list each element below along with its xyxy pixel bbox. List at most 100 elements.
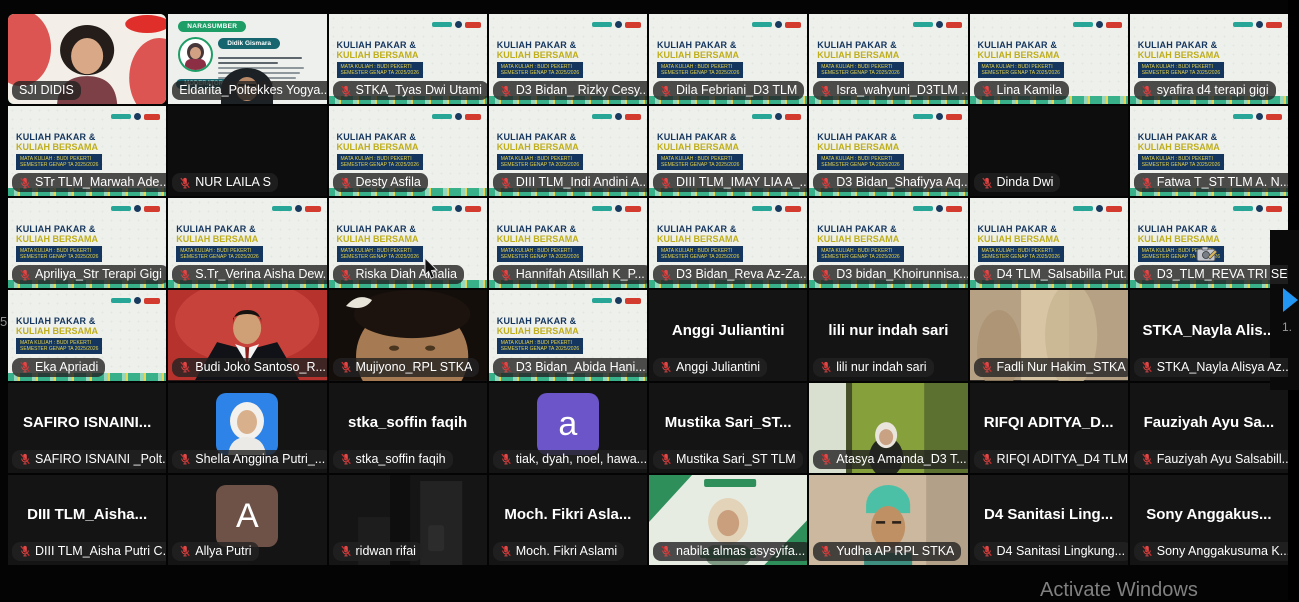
participant-tile[interactable]: AAllya Putri (168, 475, 326, 565)
muted-mic-icon (820, 177, 832, 189)
participant-name: DIII TLM_Indi Andini A... (516, 175, 647, 190)
slide-info-box: MATA KULIAH : BUDI PEKERTISEMESTER GENAP… (1138, 154, 1224, 170)
slide-logo-circle (295, 205, 302, 212)
participant-tile[interactable]: NUR LAILA S (168, 106, 326, 196)
participant-tile[interactable]: KULIAH PAKAR &KULIAH BERSAMAMATA KULIAH … (1130, 198, 1288, 288)
muted-mic-icon (19, 545, 31, 557)
muted-mic-icon (981, 177, 993, 189)
muted-mic-icon (1141, 85, 1153, 97)
name-label: Riska Diah Amalia (333, 265, 464, 284)
participant-tile[interactable]: KULIAH PAKAR &KULIAH BERSAMAMATA KULIAH … (649, 106, 807, 196)
participant-tile[interactable]: Budi Joko Santoso_R... (168, 290, 326, 380)
slide-semester-line: SEMESTER GENAP TA 2025/2026 (20, 254, 98, 260)
participant-tile[interactable]: DIII TLM_Aisha...DIII TLM_Aisha Putri C.… (8, 475, 166, 565)
muted-mic-icon (981, 361, 993, 373)
participant-tile[interactable]: KULIAH PAKAR &KULIAH BERSAMAMATA KULIAH … (489, 290, 647, 380)
slide-title-line2: KULIAH BERSAMA (497, 234, 579, 244)
slide-semester-line: SEMESTER GENAP TA 2025/2026 (341, 254, 419, 260)
participant-tile[interactable]: KULIAH PAKAR &KULIAH BERSAMAMATA KULIAH … (329, 198, 487, 288)
slide-title-line2: KULIAH BERSAMA (337, 142, 419, 152)
participant-tile[interactable]: KULIAH PAKAR &KULIAH BERSAMAMATA KULIAH … (809, 106, 967, 196)
participant-tile[interactable]: Fadli Nur Hakim_STKA (970, 290, 1128, 380)
slide-logo-teal (432, 22, 452, 27)
slide-logos (111, 113, 160, 120)
name-label: Sony Anggakusuma K... (1134, 542, 1288, 561)
name-label: D3_TLM_REVA TRI SE... (1134, 265, 1288, 284)
participant-tile[interactable]: SJI DIDIS (8, 14, 166, 104)
participant-tile[interactable]: Dinda Dwi (970, 106, 1128, 196)
muted-mic-icon (1141, 545, 1153, 557)
slide-logo-red (465, 206, 481, 212)
participant-tile[interactable]: KULIAH PAKAR &KULIAH BERSAMAMATA KULIAH … (649, 14, 807, 104)
participant-tile[interactable]: KULIAH PAKAR &KULIAH BERSAMAMATA KULIAH … (1130, 106, 1288, 196)
slide-logo-circle (1096, 205, 1103, 212)
slide-logo-teal (1073, 206, 1093, 211)
participant-tile[interactable]: Mujiyono_RPL STKA (329, 290, 487, 380)
participant-tile[interactable]: Mustika Sari_ST...Mustika Sari_ST TLM (649, 383, 807, 473)
participant-tile[interactable]: RIFQI ADITYA_D...RIFQI ADITYA_D4 TLM (970, 383, 1128, 473)
slide-logo-circle (1096, 21, 1103, 28)
participant-tile[interactable]: KULIAH PAKAR &KULIAH BERSAMAMATA KULIAH … (168, 198, 326, 288)
participant-tile[interactable]: D4 Sanitasi Ling...D4 Sanitasi Lingkung.… (970, 475, 1128, 565)
participant-tile[interactable]: KULIAH PAKAR &KULIAH BERSAMAMATA KULIAH … (809, 198, 967, 288)
participant-tile[interactable]: Sony Anggakus...Sony Anggakusuma K... (1130, 475, 1288, 565)
participant-tile[interactable]: STKA_Nayla Alis...STKA_Nayla Alisya Az..… (1130, 290, 1288, 380)
participant-tile[interactable]: ridwan rifai (329, 475, 487, 565)
participant-tile[interactable]: atiak, dyah, noel, hawa... (489, 383, 647, 473)
participant-tile[interactable]: lili nur indah sarilili nur indah sari (809, 290, 967, 380)
participant-tile[interactable]: SAFIRO ISNAINI...SAFIRO ISNAINI _Polt... (8, 383, 166, 473)
slide-logo-red (144, 114, 160, 120)
participant-tile[interactable]: KULIAH PAKAR &KULIAH BERSAMAMATA KULIAH … (8, 198, 166, 288)
participant-tile[interactable]: Moch. Fikri Asla...Moch. Fikri Aslami (489, 475, 647, 565)
participant-tile[interactable]: KULIAH PAKAR &KULIAH BERSAMAMATA KULIAH … (8, 290, 166, 380)
slide-info-box: MATA KULIAH : BUDI PEKERTISEMESTER GENAP… (16, 154, 102, 170)
slide-info-box: MATA KULIAH : BUDI PEKERTISEMESTER GENAP… (817, 154, 903, 170)
next-page-arrow[interactable] (1283, 288, 1298, 312)
slide-logo-red (946, 114, 962, 120)
slide-info-box: MATA KULIAH : BUDI PEKERTISEMESTER GENAP… (1138, 62, 1224, 78)
slide-info-box: MATA KULIAH : BUDI PEKERTISEMESTER GENAP… (978, 246, 1064, 262)
participant-name: Allya Putri (195, 544, 251, 559)
slide-logo-teal (432, 114, 452, 119)
participant-tile[interactable]: KULIAH PAKAR &KULIAH BERSAMAMATA KULIAH … (970, 14, 1128, 104)
participant-tile[interactable]: KULIAH PAKAR &KULIAH BERSAMAMATA KULIAH … (329, 14, 487, 104)
participant-tile[interactable]: KULIAH PAKAR &KULIAH BERSAMAMATA KULIAH … (489, 106, 647, 196)
zoom-meeting-gallery: SJI DIDISNARASUMBERDidik GismaraMODERATO… (0, 0, 1299, 600)
participant-tile[interactable]: KULIAH PAKAR &KULIAH BERSAMAMATA KULIAH … (1130, 14, 1288, 104)
participant-tile[interactable]: Yudha AP RPL STKA (809, 475, 967, 565)
participant-tile[interactable]: Shella Anggina Putri_... (168, 383, 326, 473)
muted-mic-icon (820, 85, 832, 97)
slide-logos (913, 21, 962, 28)
name-label: Shella Anggina Putri_... (172, 450, 326, 469)
slide-info-box: MATA KULIAH : BUDI PEKERTISEMESTER GENAP… (16, 246, 102, 262)
muted-mic-icon (179, 453, 191, 465)
slide-info-box: MATA KULIAH : BUDI PEKERTISEMESTER GENAP… (337, 62, 423, 78)
slide-semester-line: SEMESTER GENAP TA 2025/2026 (180, 254, 258, 260)
participant-tile[interactable]: KULIAH PAKAR &KULIAH BERSAMAMATA KULIAH … (809, 14, 967, 104)
narasumber-badge: NARASUMBER (178, 21, 246, 32)
participant-tile[interactable]: KULIAH PAKAR &KULIAH BERSAMAMATA KULIAH … (489, 14, 647, 104)
avatar-letter: a (558, 405, 577, 444)
slide-title-line2: KULIAH BERSAMA (337, 234, 419, 244)
participant-tile[interactable]: stka_soffin faqihstka_soffin faqih (329, 383, 487, 473)
slide-logo-red (1266, 114, 1282, 120)
participant-tile[interactable]: KULIAH PAKAR &KULIAH BERSAMAMATA KULIAH … (329, 106, 487, 196)
slide-logo-red (785, 206, 801, 212)
participant-name: NUR LAILA S (195, 175, 271, 190)
participant-tile[interactable]: KULIAH PAKAR &KULIAH BERSAMAMATA KULIAH … (8, 106, 166, 196)
participant-tile[interactable]: NARASUMBERDidik GismaraMODERATOREldarita… (168, 14, 326, 104)
participant-tile[interactable]: nabila almas asysyifa... (649, 475, 807, 565)
slide-semester-line: SEMESTER GENAP TA 2025/2026 (661, 70, 739, 76)
participant-tile[interactable]: Anggi JuliantiniAnggi Juliantini (649, 290, 807, 380)
screenshot-tool-icon[interactable] (1196, 245, 1218, 263)
muted-mic-icon (19, 361, 31, 373)
participant-tile[interactable]: Fauziyah Ayu Sa...Fauziyah Ayu Salsabill… (1130, 383, 1288, 473)
slide-logos (272, 205, 321, 212)
participant-tile[interactable]: KULIAH PAKAR &KULIAH BERSAMAMATA KULIAH … (649, 198, 807, 288)
participant-tile[interactable]: KULIAH PAKAR &KULIAH BERSAMAMATA KULIAH … (489, 198, 647, 288)
slide-title-line1: KULIAH PAKAR & (337, 132, 417, 142)
participant-tile[interactable]: KULIAH PAKAR &KULIAH BERSAMAMATA KULIAH … (970, 198, 1128, 288)
participant-name: Anggi Juliantini (676, 360, 760, 375)
participant-tile[interactable]: Atasya Amanda_D3 T... (809, 383, 967, 473)
name-label: Mustika Sari_ST TLM (653, 450, 803, 469)
